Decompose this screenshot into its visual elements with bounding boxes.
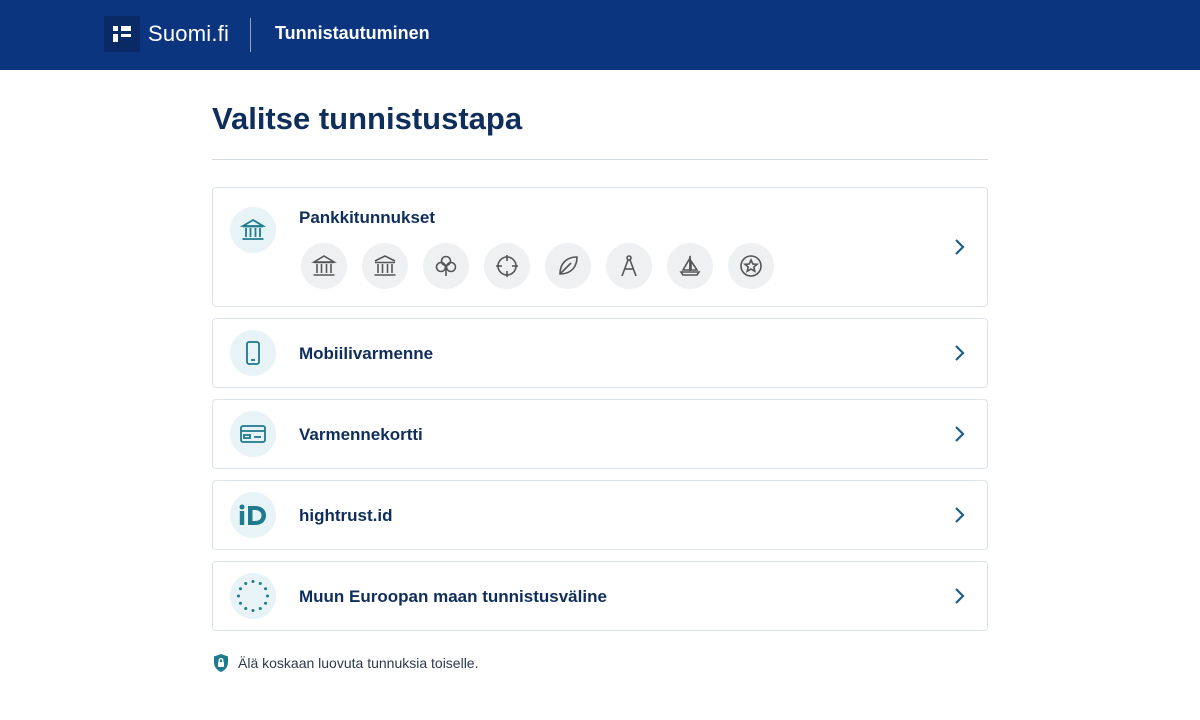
method-eu-identification[interactable]: Muun Euroopan maan tunnistusväline (212, 561, 988, 631)
id-card-icon (230, 411, 276, 457)
page-title: Valitse tunnistustapa (212, 101, 523, 136)
chevron-right-icon (955, 345, 965, 361)
security-notice: Älä koskaan luovuta tunnuksia toiselle. (212, 653, 478, 673)
title-divider (212, 159, 988, 160)
sailboat-icon[interactable] (667, 243, 713, 289)
method-bank-credentials[interactable]: Pankkitunnukset (212, 187, 988, 307)
bank-list (301, 243, 789, 289)
compass-icon[interactable] (606, 243, 652, 289)
leaf-icon[interactable] (545, 243, 591, 289)
method-label: Varmennekortti (299, 425, 423, 444)
service-name: Tunnistautuminen (275, 23, 430, 43)
crosshair-icon[interactable] (484, 243, 530, 289)
method-certificate-card[interactable]: Varmennekortti (212, 399, 988, 469)
clover-icon[interactable] (423, 243, 469, 289)
chevron-right-icon (955, 239, 965, 255)
method-hightrust-id[interactable]: hightrust.id (212, 480, 988, 550)
eu-stars-icon (230, 573, 276, 619)
hightrust-id-icon (230, 492, 276, 538)
method-label: Mobiilivarmenne (299, 344, 434, 363)
method-label: hightrust.id (299, 506, 393, 525)
mobile-phone-icon (230, 330, 276, 376)
bank-icon (230, 207, 276, 253)
method-label: Pankkitunnukset (299, 208, 436, 227)
chevron-right-icon (955, 426, 965, 442)
header-divider (250, 18, 251, 52)
method-mobile-certificate[interactable]: Mobiilivarmenne (212, 318, 988, 388)
chevron-right-icon (955, 507, 965, 523)
chevron-right-icon (955, 588, 965, 604)
suomi-fi-logo[interactable]: Suomi.fi (104, 16, 229, 52)
bank-building-icon[interactable] (301, 243, 347, 289)
notice-text: Älä koskaan luovuta tunnuksia toiselle. (238, 655, 479, 671)
suomi-fi-logo-mark (104, 16, 140, 52)
bank-building-icon[interactable] (362, 243, 408, 289)
shield-lock-icon (214, 654, 228, 672)
logo-text: Suomi.fi (148, 21, 230, 46)
star-badge-icon[interactable] (728, 243, 774, 289)
top-bar: Suomi.fi Tunnistautuminen (0, 0, 1200, 70)
method-label: Muun Euroopan maan tunnistusväline (299, 587, 607, 606)
